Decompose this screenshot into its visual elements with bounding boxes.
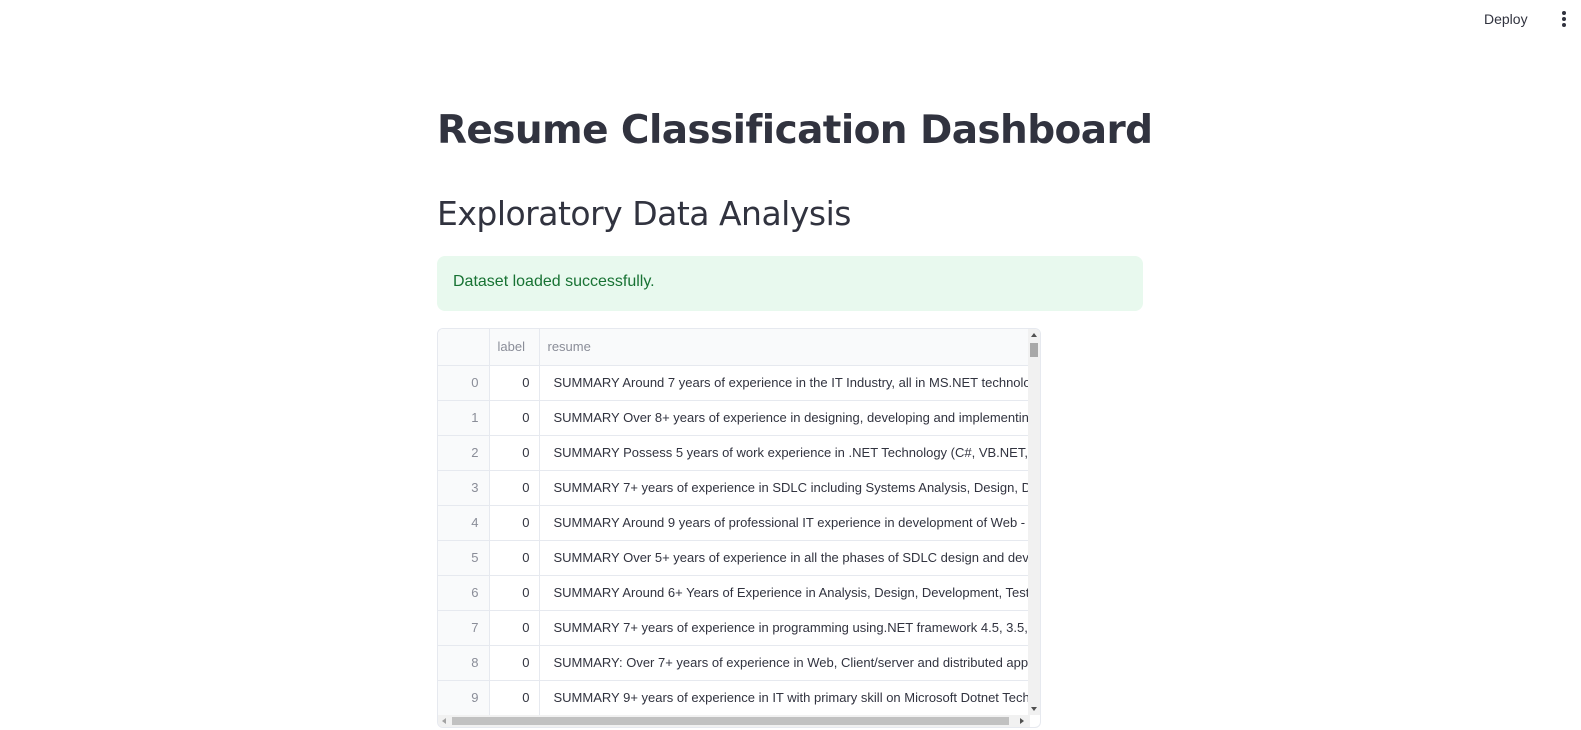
resume-cell[interactable]: SUMMARY 9+ years of experience in IT wit… <box>539 680 1030 716</box>
more-vertical-icon[interactable] <box>1556 9 1572 29</box>
label-cell[interactable]: 0 <box>489 365 540 401</box>
row-index-cell[interactable]: 4 <box>438 505 490 541</box>
resume-cell[interactable]: SUMMARY Possess 5 years of work experien… <box>539 435 1030 471</box>
table-row: 4 0 SUMMARY Around 9 years of professional… <box>438 505 1030 541</box>
header-row: label resume <box>438 329 1031 366</box>
table-row: 9 0 SUMMARY 9+ years of experience in IT w… <box>438 680 1030 716</box>
table-row: 6 0 SUMMARY Around 6+ Years of Experience … <box>438 575 1030 611</box>
vertical-scrollbar[interactable] <box>1028 329 1040 715</box>
horizontal-scrollbar[interactable] <box>438 715 1030 727</box>
scrollbar-thumb[interactable] <box>452 717 1009 725</box>
table-row: 8 0 SUMMARY: Over 7+ years of experience i… <box>438 645 1030 681</box>
resume-cell[interactable]: SUMMARY Over 8+ years of experience in d… <box>539 400 1030 436</box>
label-cell[interactable]: 0 <box>489 645 540 681</box>
resume-cell[interactable]: SUMMARY Over 5+ years of experience in a… <box>539 540 1030 576</box>
table-row: 1 0 SUMMARY Over 8+ years of experience in… <box>438 400 1030 436</box>
label-cell[interactable]: 0 <box>489 470 540 506</box>
row-index-cell[interactable]: 6 <box>438 575 490 611</box>
scrollbar-thumb[interactable] <box>1030 343 1038 357</box>
table-row: 2 0 SUMMARY Possess 5 years of work experi… <box>438 435 1030 471</box>
top-toolbar: Deploy <box>0 0 1581 38</box>
scroll-right-icon[interactable] <box>1020 718 1024 724</box>
table-row: 3 0 SUMMARY 7+ years of experience in SDLC… <box>438 470 1030 506</box>
menu-dot <box>1562 17 1566 21</box>
row-index-cell[interactable]: 3 <box>438 470 490 506</box>
deploy-button[interactable]: Deploy <box>1480 8 1532 30</box>
resume-column-header[interactable]: resume <box>539 329 1031 366</box>
resume-cell[interactable]: SUMMARY Around 6+ Years of Experience in… <box>539 575 1030 611</box>
row-index-cell[interactable]: 1 <box>438 400 490 436</box>
row-index-cell[interactable]: 0 <box>438 365 490 401</box>
success-message: Dataset loaded successfully. <box>453 273 655 290</box>
menu-dot <box>1562 23 1566 27</box>
section-title: Exploratory Data Analysis <box>437 194 851 233</box>
row-index-cell[interactable]: 2 <box>438 435 490 471</box>
resume-cell[interactable]: SUMMARY Around 9 years of professional I… <box>539 505 1030 541</box>
dataframe-table[interactable]: label resume 0 0 SUMMARY Around 7 years of… <box>437 328 1041 728</box>
scroll-left-icon[interactable] <box>442 718 446 724</box>
success-alert: Dataset loaded successfully. <box>437 256 1143 311</box>
table-row: 7 0 SUMMARY 7+ years of experience in prog… <box>438 610 1030 646</box>
scroll-up-icon[interactable] <box>1031 333 1037 337</box>
label-column-header[interactable]: label <box>489 329 540 366</box>
table-row: 5 0 SUMMARY Over 5+ years of experience in… <box>438 540 1030 576</box>
label-cell[interactable]: 0 <box>489 505 540 541</box>
resume-cell[interactable]: SUMMARY 7+ years of experience in progra… <box>539 610 1030 646</box>
row-index-cell[interactable]: 7 <box>438 610 490 646</box>
menu-dot <box>1562 11 1566 15</box>
label-cell[interactable]: 0 <box>489 610 540 646</box>
index-column-header[interactable] <box>438 329 490 366</box>
scroll-down-icon[interactable] <box>1031 707 1037 711</box>
label-cell[interactable]: 0 <box>489 540 540 576</box>
row-index-cell[interactable]: 5 <box>438 540 490 576</box>
row-index-cell[interactable]: 8 <box>438 645 490 681</box>
label-cell[interactable]: 0 <box>489 435 540 471</box>
resume-cell[interactable]: SUMMARY 7+ years of experience in SDLC i… <box>539 470 1030 506</box>
resume-cell[interactable]: SUMMARY Around 7 years of experience in … <box>539 365 1030 401</box>
resume-cell[interactable]: SUMMARY: Over 7+ years of experience in … <box>539 645 1030 681</box>
page-title: Resume Classification Dashboard <box>437 108 1153 153</box>
label-cell[interactable]: 0 <box>489 575 540 611</box>
table-row: 0 0 SUMMARY Around 7 years of experience i… <box>438 365 1030 401</box>
row-index-cell[interactable]: 9 <box>438 680 490 716</box>
label-cell[interactable]: 0 <box>489 400 540 436</box>
label-cell[interactable]: 0 <box>489 680 540 716</box>
data-grid: label resume 0 0 SUMMARY Around 7 years of… <box>438 329 1031 716</box>
